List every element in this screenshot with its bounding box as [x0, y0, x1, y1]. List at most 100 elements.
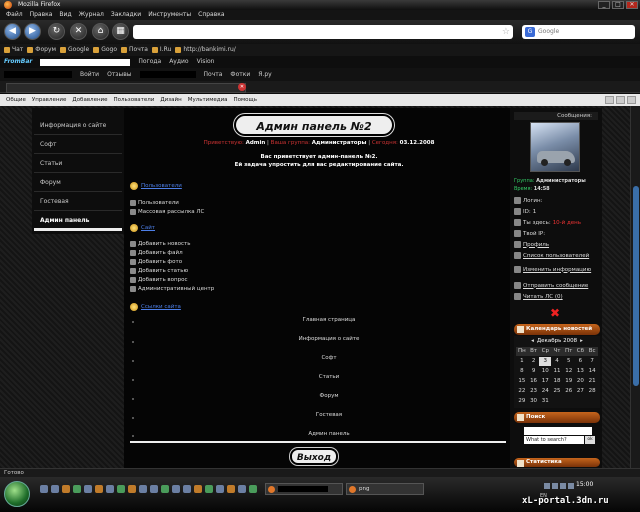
- close-button[interactable]: ✕: [626, 1, 638, 9]
- quicklaunch-icon[interactable]: [117, 485, 125, 493]
- forward-button[interactable]: ▶: [24, 23, 41, 40]
- calendar-day[interactable]: 23: [528, 387, 540, 396]
- clock[interactable]: 15:00: [576, 481, 593, 488]
- nav-link-guestbook[interactable]: Гостевая: [40, 198, 69, 205]
- read-messages-link[interactable]: Читать ЛС (0): [514, 293, 563, 300]
- user-list-link[interactable]: Список пользователей: [514, 252, 594, 259]
- minimize-button[interactable]: _: [598, 1, 610, 9]
- quicklaunch-icon[interactable]: [51, 485, 59, 493]
- section-title[interactable]: Сайт: [141, 225, 155, 231]
- quicklaunch-icon[interactable]: [238, 485, 246, 493]
- calendar-day[interactable]: 9: [528, 367, 540, 376]
- quicklaunch-icon[interactable]: [249, 485, 257, 493]
- calendar-day[interactable]: 5: [563, 357, 575, 366]
- toolbar-item[interactable]: Я.ру: [258, 68, 271, 81]
- admin-menu-minimize[interactable]: [605, 96, 614, 104]
- bookmark-item[interactable]: Почта: [121, 44, 148, 56]
- calendar-day[interactable]: 29: [516, 397, 528, 406]
- calendar-day[interactable]: 30: [528, 397, 540, 406]
- bookmark-star-icon[interactable]: ☆: [502, 26, 510, 38]
- admin-link-add-news[interactable]: Добавить новость: [130, 241, 190, 247]
- reload-button[interactable]: ↻: [48, 23, 65, 40]
- taskbar-image[interactable]: png: [346, 483, 424, 495]
- toolbar-item[interactable]: Фотки: [230, 68, 250, 81]
- admin-link-add-article[interactable]: Добавить статью: [130, 268, 188, 274]
- logout-x-icon[interactable]: ✖: [550, 306, 560, 320]
- vertical-scrollbar[interactable]: [630, 106, 640, 468]
- feed-icon[interactable]: ▦: [112, 23, 129, 40]
- calendar-day[interactable]: 12: [563, 367, 575, 376]
- section-title[interactable]: Пользователи: [141, 183, 182, 189]
- menu-file[interactable]: Файл: [6, 10, 23, 20]
- tab-close-icon[interactable]: ✕: [238, 83, 246, 91]
- tray-icon[interactable]: [552, 483, 558, 489]
- calendar-day[interactable]: 8: [516, 367, 528, 376]
- calendar-day[interactable]: 18: [551, 377, 563, 386]
- admin-link-users[interactable]: Пользователи: [130, 200, 179, 206]
- calendar-day-today[interactable]: 3: [539, 357, 552, 366]
- toolbar-item[interactable]: Войти: [80, 68, 99, 81]
- calendar-day[interactable]: 27: [575, 387, 587, 396]
- admin-menu-add[interactable]: Добавление: [72, 94, 107, 106]
- calendar-day[interactable]: 4: [551, 357, 563, 366]
- bookmark-item[interactable]: Форум: [27, 44, 56, 56]
- section-title[interactable]: Ссылки сайта: [141, 304, 181, 310]
- quicklaunch-icon[interactable]: [84, 485, 92, 493]
- quicklaunch-icon[interactable]: [62, 485, 70, 493]
- admin-link-add-file[interactable]: Добавить файл: [130, 250, 183, 256]
- menu-edit[interactable]: Правка: [30, 10, 53, 20]
- tray-icon[interactable]: [544, 483, 550, 489]
- toolbar-item[interactable]: Аудио: [169, 56, 188, 68]
- admin-menu-multimedia[interactable]: Мультимедиа: [188, 94, 228, 106]
- quicklaunch-icon[interactable]: [106, 485, 114, 493]
- admin-menu-restore[interactable]: [616, 96, 625, 104]
- admin-menu-management[interactable]: Управление: [32, 94, 67, 106]
- calendar-day[interactable]: 17: [539, 377, 551, 386]
- quicklaunch-icon[interactable]: [73, 485, 81, 493]
- admin-menu-design[interactable]: Дизайн: [160, 94, 181, 106]
- admin-menu-users[interactable]: Пользователи: [114, 94, 155, 106]
- calendar-day[interactable]: 31: [539, 397, 551, 406]
- calendar-day[interactable]: 10: [539, 367, 551, 376]
- toolbar-item[interactable]: Отзывы: [107, 68, 131, 81]
- quicklaunch-icon[interactable]: [216, 485, 224, 493]
- menu-help[interactable]: Справка: [198, 10, 224, 20]
- toolbar-item[interactable]: Vision: [197, 56, 215, 68]
- calendar-day[interactable]: 24: [539, 387, 551, 396]
- search-go-button[interactable]: ok: [585, 436, 595, 444]
- calendar-day[interactable]: 6: [575, 357, 587, 366]
- nav-link-forum[interactable]: Форум: [40, 179, 61, 186]
- nav-link-admin-panel[interactable]: Админ панель: [40, 217, 89, 224]
- logout-button[interactable]: Выход: [290, 448, 338, 465]
- menu-bookmarks[interactable]: Закладки: [111, 10, 141, 20]
- address-bar[interactable]: ☆: [133, 25, 513, 39]
- quicklaunch-icon[interactable]: [139, 485, 147, 493]
- bookmark-item[interactable]: Google: [60, 44, 89, 56]
- quicklaunch-icon[interactable]: [95, 485, 103, 493]
- start-button[interactable]: [4, 481, 30, 507]
- quicklaunch-icon[interactable]: [150, 485, 158, 493]
- quicklaunch-icon[interactable]: [205, 485, 213, 493]
- quicklaunch-icon[interactable]: [128, 485, 136, 493]
- admin-link-mass-mail[interactable]: Массовая рассылка ЛС: [130, 209, 204, 215]
- toolbar-item[interactable]: Погода: [138, 56, 161, 68]
- site-link-home[interactable]: Главная страница: [224, 317, 434, 323]
- site-link-admin[interactable]: Админ панель: [224, 431, 434, 437]
- bookmark-item[interactable]: Gogo: [93, 44, 117, 56]
- nav-link-soft[interactable]: Софт: [40, 141, 57, 148]
- prev-month-arrow[interactable]: ◂: [531, 338, 534, 344]
- site-link-articles[interactable]: Статьи: [224, 374, 434, 380]
- maximize-button[interactable]: □: [612, 1, 624, 9]
- admin-link-add-photo[interactable]: Добавить фото: [130, 259, 182, 265]
- nav-link-articles[interactable]: Статьи: [40, 160, 62, 167]
- calendar-day[interactable]: 20: [575, 377, 587, 386]
- quicklaunch-icon[interactable]: [194, 485, 202, 493]
- site-link-guestbook[interactable]: Гостевая: [224, 412, 434, 418]
- admin-menu-close[interactable]: [627, 96, 636, 104]
- search-type-select[interactable]: What to search?: [524, 436, 584, 444]
- calendar-day[interactable]: 11: [551, 367, 563, 376]
- admin-menu-help[interactable]: Помощь: [234, 94, 257, 106]
- quicklaunch-icon[interactable]: [161, 485, 169, 493]
- calendar-day[interactable]: 14: [586, 367, 598, 376]
- calendar-day[interactable]: 28: [586, 387, 598, 396]
